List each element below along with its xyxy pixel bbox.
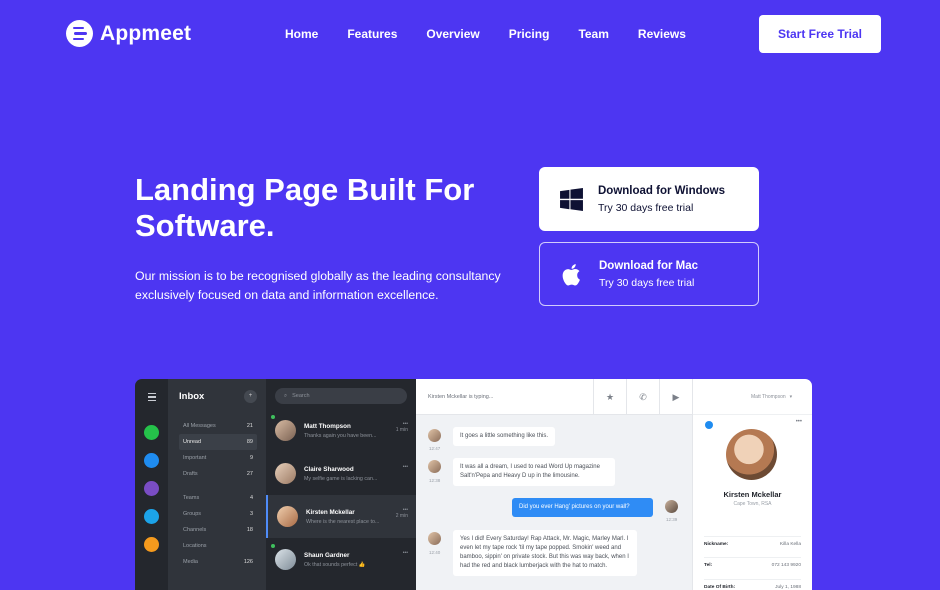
profile-panel: Matt Thompson ▾ ••• Kirsten Mckellar Cap… bbox=[692, 379, 812, 590]
avatar bbox=[275, 549, 296, 570]
brand-name: Appmeet bbox=[100, 21, 192, 45]
channel-rail bbox=[135, 379, 168, 590]
download-windows-button[interactable]: Download for Windows Try 30 days free tr… bbox=[539, 167, 759, 231]
nav-pricing[interactable]: Pricing bbox=[509, 27, 550, 41]
whatsapp-icon[interactable] bbox=[144, 425, 159, 441]
profile-header: Matt Thompson ▾ bbox=[693, 379, 812, 415]
hero-title: Landing Page Built For Software. bbox=[135, 172, 475, 243]
profile-field: Date Of Birth: July 1, 1988 bbox=[704, 579, 801, 590]
chat-item[interactable]: Claire Sharwood My selfie game is lacking… bbox=[266, 452, 416, 495]
download-windows-title: Download for Windows bbox=[598, 184, 726, 197]
conversation-header: Kirsten Mckellar is typing... ★ ✆ ▶ bbox=[416, 379, 692, 415]
nav-features[interactable]: Features bbox=[347, 27, 397, 41]
viber-icon[interactable] bbox=[144, 481, 159, 497]
orange-app-icon[interactable] bbox=[144, 537, 159, 553]
top-nav: Appmeet Home Features Overview Pricing T… bbox=[0, 0, 940, 68]
chat-item[interactable]: Shaun Gardner Ok that sounds perfect 👍 ••… bbox=[266, 538, 416, 581]
avatar bbox=[665, 500, 678, 513]
folder-item[interactable]: Drafts 27 bbox=[179, 466, 257, 482]
download-mac-title: Download for Mac bbox=[599, 259, 699, 272]
profile-field: Tel: 072 143 9920 bbox=[704, 557, 801, 568]
folder-item[interactable]: Important 9 bbox=[179, 450, 257, 466]
download-windows-subtitle: Try 30 days free trial bbox=[598, 201, 694, 214]
download-mac-subtitle: Try 30 days free trial bbox=[599, 276, 695, 289]
chat-item[interactable]: Matt Thompson Thanks again you have been.… bbox=[266, 409, 416, 452]
profile-photo bbox=[726, 429, 777, 480]
avatar bbox=[428, 460, 441, 473]
section-item[interactable]: Teams 4 bbox=[179, 490, 257, 506]
more-icon[interactable]: ••• bbox=[796, 419, 802, 425]
conversation-panel: Kirsten Mckellar is typing... ★ ✆ ▶ 12:4… bbox=[416, 379, 692, 590]
star-icon[interactable]: ★ bbox=[593, 379, 626, 415]
nav-overview[interactable]: Overview bbox=[426, 27, 479, 41]
chat-list: ⌕ Search Matt Thompson Thanks again you h… bbox=[266, 379, 416, 590]
profile-field: Nickname: Killa Kella bbox=[704, 536, 801, 547]
search-icon: ⌕ bbox=[284, 392, 288, 399]
hero-description: Our mission is to be recognised globally… bbox=[135, 269, 501, 302]
apple-icon bbox=[562, 263, 580, 285]
message-bubble: It was all a dream, I used to read Word … bbox=[453, 458, 615, 486]
section-item[interactable]: Locations bbox=[179, 538, 257, 554]
profile-location: Cape Town, RSA bbox=[733, 501, 772, 507]
inbox-title: Inbox bbox=[179, 390, 205, 402]
message-bubble: It goes a little something like this. bbox=[453, 427, 556, 446]
app-preview: Inbox + All Messages 21 Unread 89 Importan… bbox=[135, 379, 812, 590]
folder-list: All Messages 21 Unread 89 Important 9 Draft… bbox=[179, 418, 257, 570]
search-input[interactable]: ⌕ Search bbox=[275, 388, 407, 404]
section-item[interactable]: Media 126 bbox=[179, 554, 257, 570]
nav-team[interactable]: Team bbox=[578, 27, 608, 41]
avatar bbox=[277, 506, 298, 527]
avatar bbox=[428, 532, 441, 545]
nav-home[interactable]: Home bbox=[285, 27, 318, 41]
chat-item[interactable]: Kirsten Mckellar Where is the nearest pla… bbox=[266, 495, 416, 538]
avatar bbox=[275, 463, 296, 484]
main-menu: Home Features Overview Pricing Team Revi… bbox=[285, 27, 715, 41]
avatar bbox=[275, 420, 296, 441]
skype-icon[interactable] bbox=[144, 509, 159, 525]
phone-icon[interactable]: ✆ bbox=[626, 379, 659, 415]
typing-indicator: Kirsten Mckellar is typing... bbox=[428, 393, 494, 400]
inbox-panel: Inbox + All Messages 21 Unread 89 Importan… bbox=[168, 379, 266, 590]
brand-logo[interactable]: Appmeet bbox=[66, 20, 191, 47]
logo-icon bbox=[66, 20, 93, 47]
start-free-trial-button[interactable]: Start Free Trial bbox=[759, 15, 881, 53]
chevron-down-icon[interactable]: ▾ bbox=[790, 394, 793, 400]
windows-icon bbox=[560, 187, 583, 211]
section-item[interactable]: Groups 3 bbox=[179, 506, 257, 522]
message-bubble: Yes I did! Every Saturday! Rap Attack, M… bbox=[453, 530, 637, 576]
folder-item[interactable]: All Messages 21 bbox=[179, 418, 257, 434]
profile-name: Kirsten Mckellar bbox=[723, 490, 782, 499]
nav-reviews[interactable]: Reviews bbox=[638, 27, 686, 41]
hamburger-icon[interactable] bbox=[147, 393, 156, 403]
download-mac-button[interactable]: Download for Mac Try 30 days free trial bbox=[539, 242, 759, 306]
messenger-icon[interactable] bbox=[135, 446, 168, 476]
message-bubble: Did you ever Hang' pictures on your wall… bbox=[512, 498, 653, 517]
messenger-icon bbox=[705, 421, 713, 429]
folder-item[interactable]: Unread 89 bbox=[179, 434, 257, 450]
add-contact-icon[interactable]: + bbox=[244, 389, 257, 403]
avatar bbox=[428, 429, 441, 442]
section-item[interactable]: Channels 18 bbox=[179, 522, 257, 538]
video-icon[interactable]: ▶ bbox=[659, 379, 692, 415]
